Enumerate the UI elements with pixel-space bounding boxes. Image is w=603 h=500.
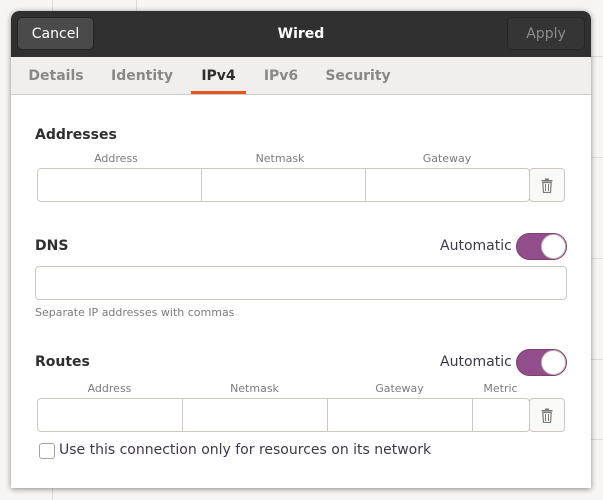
dialog-title: Wired <box>277 26 325 42</box>
tab-identity[interactable]: Identity <box>105 57 179 95</box>
address-field[interactable] <box>38 169 202 201</box>
dns-hint: Separate IP addresses with commas <box>35 306 235 319</box>
trash-icon <box>541 408 553 423</box>
routes-automatic-label: Automatic <box>440 354 512 370</box>
dns-field[interactable] <box>35 266 567 300</box>
backdrop-line <box>591 258 603 259</box>
netmask-field[interactable] <box>202 169 366 201</box>
tab-ipv6[interactable]: IPv6 <box>257 57 305 95</box>
dns-title: DNS <box>35 238 69 254</box>
route-entry-row <box>37 398 530 432</box>
backdrop-line <box>591 157 603 158</box>
backdrop-line <box>591 439 603 440</box>
address-entry-row <box>37 168 530 202</box>
cancel-button[interactable]: Cancel <box>17 17 94 50</box>
tab-security[interactable]: Security <box>321 57 395 95</box>
route-netmask-column-label: Netmask <box>230 382 279 395</box>
local-only-label[interactable]: Use this connection only for resources o… <box>59 442 431 458</box>
addresses-title: Addresses <box>35 127 117 143</box>
headerbar: Wired Cancel Apply <box>11 11 591 57</box>
delete-route-button[interactable] <box>529 398 565 432</box>
route-address-column-label: Address <box>87 382 132 395</box>
tab-details[interactable]: Details <box>21 57 91 95</box>
tab-bar: Details Identity IPv4 IPv6 Security <box>11 57 591 95</box>
apply-button[interactable]: Apply <box>507 17 585 50</box>
address-column-label: Address <box>94 152 138 165</box>
routes-automatic-switch[interactable] <box>516 349 567 376</box>
backdrop-line <box>591 56 603 57</box>
dns-automatic-switch[interactable] <box>516 233 567 260</box>
switch-knob <box>541 350 566 375</box>
route-metric-column-label: Metric <box>483 382 518 395</box>
gateway-column-label: Gateway <box>422 152 472 165</box>
route-gateway-column-label: Gateway <box>375 382 424 395</box>
route-address-field[interactable] <box>38 399 183 431</box>
netmask-column-label: Netmask <box>255 152 305 165</box>
backdrop-line <box>591 359 603 360</box>
dns-automatic-label: Automatic <box>440 238 512 254</box>
wired-settings-dialog: Wired Cancel Apply Details Identity IPv4… <box>11 11 591 488</box>
switch-knob <box>541 234 566 259</box>
delete-address-button[interactable] <box>529 168 565 202</box>
route-metric-field[interactable] <box>473 399 529 431</box>
route-gateway-field[interactable] <box>328 399 473 431</box>
routes-title: Routes <box>35 354 90 370</box>
route-netmask-field[interactable] <box>183 399 328 431</box>
tab-ipv4[interactable]: IPv4 <box>191 57 246 95</box>
trash-icon <box>541 178 553 193</box>
active-tab-indicator <box>191 91 246 94</box>
gateway-field[interactable] <box>366 169 529 201</box>
local-only-checkbox[interactable] <box>39 443 55 459</box>
